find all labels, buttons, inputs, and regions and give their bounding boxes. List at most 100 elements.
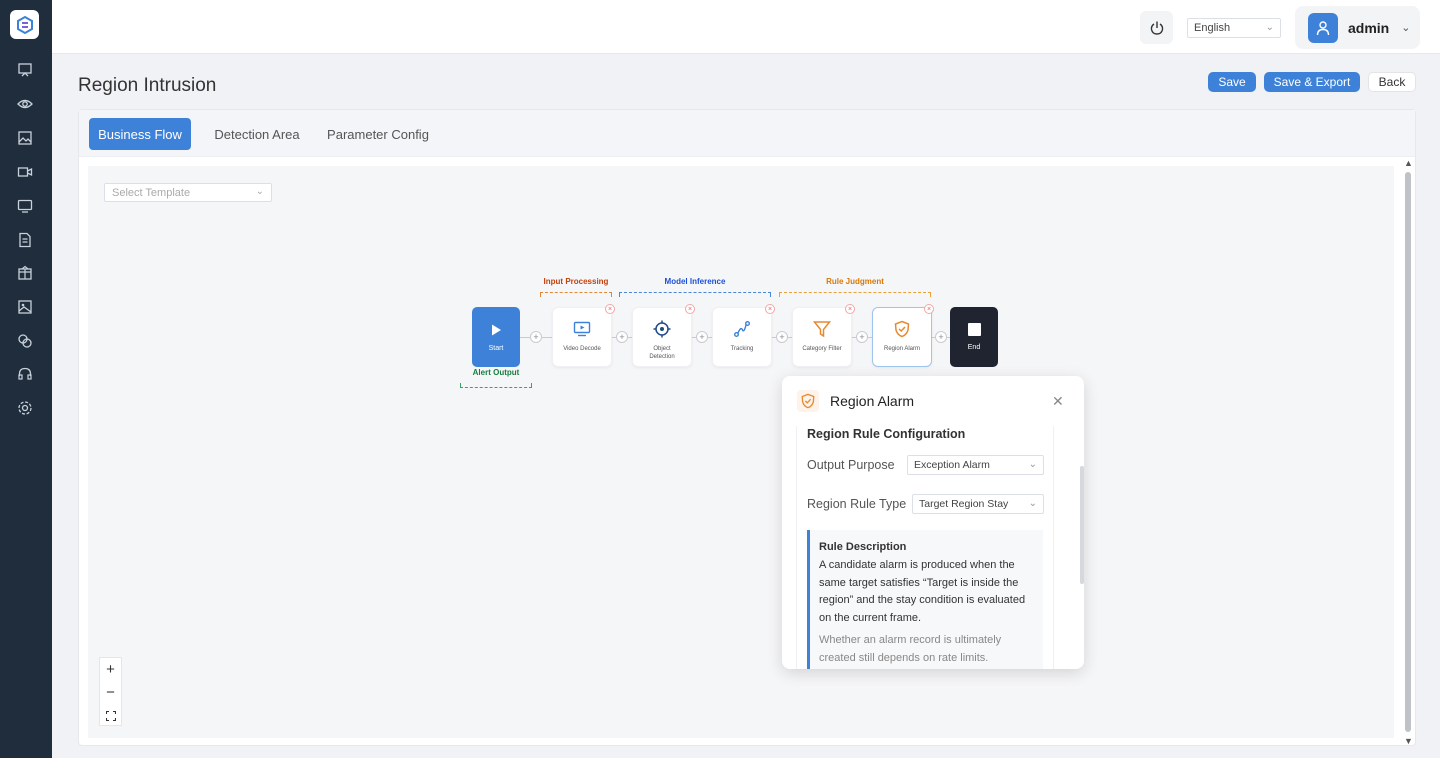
flow-node-object-detection[interactable]: Object Detection (632, 307, 692, 367)
group-label-alert-output: Alert Output (472, 368, 520, 377)
group-bracket-alert-output (460, 383, 532, 388)
sidebar-item-monitor[interactable] (14, 59, 36, 81)
delete-node-button[interactable]: × (845, 304, 855, 314)
eye-icon (17, 99, 33, 109)
group-bracket-rule-judgment (779, 292, 931, 297)
sidebar-item-documents[interactable] (14, 229, 36, 251)
group-label-input-processing: Input Processing (543, 277, 609, 286)
scroll-thumb[interactable] (1405, 172, 1411, 732)
shield-check-icon (894, 320, 910, 338)
scroll-up-icon[interactable]: ▲ (1404, 158, 1413, 168)
sidebar-item-settings[interactable] (14, 397, 36, 419)
sidebar-item-support[interactable] (14, 363, 36, 385)
output-purpose-label: Output Purpose (807, 458, 895, 472)
group-bracket-input-processing (540, 292, 612, 297)
group-label-model-inference: Model Inference (664, 277, 726, 286)
start-label: Start (488, 345, 504, 352)
region-rule-type-value: Target Region Stay (919, 498, 1009, 510)
sidebar-item-packages[interactable] (14, 262, 36, 284)
rule-description: Rule Description A candidate alarm is pr… (807, 530, 1043, 669)
zoom-controls: + − (99, 657, 122, 726)
node-label: Region Alarm (883, 346, 921, 352)
user-menu[interactable]: admin ⌄ (1295, 6, 1420, 49)
save-button[interactable]: Save (1208, 72, 1256, 92)
delete-node-button[interactable]: × (924, 304, 934, 314)
sidebar-item-images[interactable] (14, 127, 36, 149)
section-title: Region Rule Configuration (807, 427, 966, 441)
document-icon (19, 232, 31, 248)
flow-canvas[interactable]: Select Template ⌄ (88, 166, 1394, 738)
node-label: Video Decode (563, 346, 601, 352)
target-icon (653, 320, 671, 338)
chevron-down-icon: ⌄ (1401, 22, 1411, 34)
tab-detection-area[interactable]: Detection Area (203, 118, 311, 150)
user-icon (1316, 20, 1330, 35)
zoom-out-button[interactable]: − (100, 681, 121, 704)
add-node-button[interactable]: + (616, 331, 628, 343)
region-rule-type-select[interactable]: Target Region Stay ⌄ (912, 494, 1044, 514)
close-icon[interactable]: ✕ (1052, 393, 1064, 410)
description-title: Rule Description (819, 541, 907, 553)
sidebar (0, 0, 52, 758)
stop-icon (967, 323, 981, 336)
username: admin (1348, 19, 1390, 36)
flow-node-end[interactable]: End (950, 307, 998, 367)
output-purpose-select[interactable]: Exception Alarm ⌄ (907, 455, 1044, 475)
gear-icon (18, 401, 32, 415)
chevron-down-icon: ⌄ (1028, 459, 1037, 470)
sidebar-item-layers[interactable] (14, 330, 36, 352)
delete-node-button[interactable]: × (765, 304, 775, 314)
app-logo[interactable] (10, 10, 39, 39)
description-text: A candidate alarm is produced when the s… (819, 559, 1026, 624)
popup-title: Region Alarm (830, 393, 915, 409)
zoom-in-button[interactable]: + (100, 658, 121, 681)
language-select[interactable]: English ⌄ (1187, 18, 1281, 38)
save-export-button[interactable]: Save & Export (1264, 72, 1360, 92)
delete-node-button[interactable]: × (685, 304, 695, 314)
back-button[interactable]: Back (1368, 72, 1416, 92)
tab-parameter-config[interactable]: Parameter Config (319, 118, 437, 150)
main-panel: Business Flow Detection Area Parameter C… (78, 109, 1416, 746)
popup-scroll-thumb[interactable] (1080, 466, 1084, 584)
flow-node-region-alarm[interactable]: Region Alarm (872, 307, 932, 367)
layers-icon (18, 334, 32, 348)
flow-node-category-filter[interactable]: Category Filter (792, 307, 852, 367)
add-node-button[interactable]: + (776, 331, 788, 343)
power-button[interactable] (1140, 11, 1173, 44)
group-bracket-model-inference (619, 292, 771, 297)
popup-icon (797, 390, 819, 412)
flow-node-video-decode[interactable]: Video Decode (552, 307, 612, 367)
node-label: Category Filter (802, 346, 842, 352)
add-node-button[interactable]: + (935, 331, 947, 343)
description-note: Whether an alarm record is ultimately cr… (819, 634, 1002, 664)
sidebar-item-view[interactable] (14, 93, 36, 115)
region-rule-type-label: Region Rule Type (807, 497, 907, 511)
add-node-button[interactable]: + (530, 331, 542, 343)
headset-icon (18, 367, 32, 380)
output-purpose-value: Exception Alarm (914, 459, 990, 471)
flow-node-start[interactable]: Start (472, 307, 520, 367)
scroll-down-icon[interactable]: ▼ (1404, 736, 1413, 746)
flow-node-tracking[interactable]: Tracking (712, 307, 772, 367)
popup-header: Region Alarm ✕ (782, 376, 1084, 426)
gallery-icon (18, 300, 32, 314)
tab-business-flow[interactable]: Business Flow (89, 118, 191, 150)
monitor-stand-icon (18, 63, 32, 77)
fit-view-button[interactable] (100, 704, 121, 727)
end-label: End (967, 344, 981, 351)
sidebar-item-gallery[interactable] (14, 296, 36, 318)
group-label-rule-judgment: Rule Judgment (826, 277, 884, 286)
sidebar-item-display[interactable] (14, 195, 36, 217)
delete-node-button[interactable]: × (605, 304, 615, 314)
page-scrollbar[interactable]: ▲ ▼ (1403, 158, 1415, 746)
tab-bar: Business Flow Detection Area Parameter C… (79, 110, 1415, 157)
video-decode-icon (573, 321, 591, 337)
add-node-button[interactable]: + (856, 331, 868, 343)
tracking-icon (734, 321, 750, 337)
popup-body: Region Rule Configuration Output Purpose… (796, 426, 1054, 669)
template-select[interactable]: Select Template ⌄ (104, 183, 272, 202)
add-node-button[interactable]: + (696, 331, 708, 343)
shield-check-icon (801, 393, 815, 409)
avatar (1308, 12, 1338, 43)
sidebar-item-video[interactable] (14, 161, 36, 183)
